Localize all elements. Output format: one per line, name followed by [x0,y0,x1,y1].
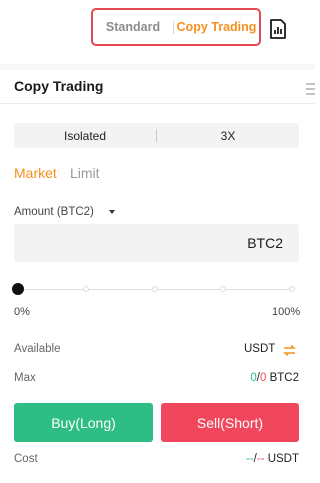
swap-icon[interactable] [283,343,296,357]
cost-unit: USDT [267,453,299,465]
mode-standard-tab[interactable]: Standard [93,20,173,34]
section-divider [0,64,315,70]
slider-step-75[interactable] [220,286,226,292]
buy-long-button[interactable]: Buy(Long) [14,403,153,442]
max-unit: BTC2 [269,372,299,384]
max-short-value: 0 [259,372,267,384]
tab-limit[interactable]: Limit [70,165,100,181]
slider-step-50[interactable] [152,286,158,292]
chart-report-icon[interactable] [266,17,290,41]
max-label: Max [14,372,36,384]
caret-down-icon[interactable] [109,210,115,214]
margin-mode-button[interactable]: Isolated [14,129,156,143]
title-divider [0,103,315,104]
cost-value: --/-- USDT [246,453,299,465]
slider-step-100[interactable] [289,286,295,292]
cost-long-value: -- [245,453,254,465]
available-label: Available [14,343,61,355]
amount-unit-label: BTC2 [247,235,283,251]
cost-label: Cost [14,453,38,465]
sell-short-button[interactable]: Sell(Short) [161,403,299,442]
trading-mode-switch: Standard Copy Trading [91,8,261,46]
resize-handle-icon[interactable] [305,82,315,96]
max-value: 0/0 BTC2 [250,372,299,384]
slider-handle[interactable] [12,283,24,295]
amount-input[interactable]: BTC2 [14,224,299,262]
available-currency: USDT [244,343,276,355]
slider-min-label: 0% [14,306,30,318]
leverage-button[interactable]: 3X [157,129,299,143]
margin-settings-bar: Isolated 3X [14,123,299,148]
slider-step-25[interactable] [83,286,89,292]
panel-title: Copy Trading [14,78,104,94]
amount-unit-selector[interactable]: Amount (BTC2) [14,206,94,218]
cost-short-value: -- [256,453,265,465]
mode-copy-trading-tab[interactable]: Copy Trading [174,20,259,34]
slider-max-label: 100% [272,306,301,318]
tab-market[interactable]: Market [14,165,57,181]
